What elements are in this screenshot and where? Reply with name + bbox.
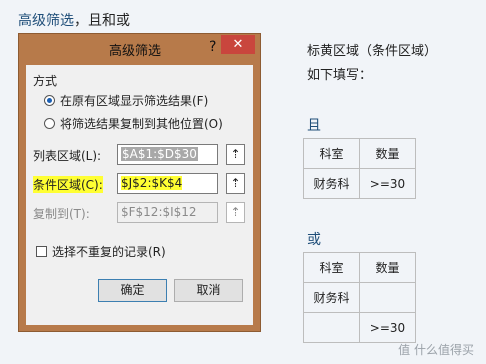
table-row: 财务科 >=30 — [303, 168, 416, 199]
note-line-1: 标黄区域（条件区域） — [307, 44, 438, 59]
close-button[interactable]: ✕ — [221, 35, 255, 54]
list-range-label: 列表区域(L): — [33, 149, 102, 163]
unique-records-checkbox[interactable] — [36, 246, 47, 257]
criteria-range-input[interactable]: $J$2:$K$4 — [117, 173, 218, 194]
group-label: 方式 — [33, 74, 58, 88]
cancel-button[interactable]: 取消 — [174, 279, 243, 302]
and-title: 且 — [307, 118, 321, 134]
copy-to-picker-icon[interactable]: ⇡ — [226, 202, 245, 223]
dialog-title: 高级筛选 — [109, 44, 162, 59]
list-range-input[interactable]: $A$1:$D$30 — [117, 144, 218, 165]
dialog-body: 方式 在原有区域显示筛选结果(F) 将筛选结果复制到其他位置(O) 列表区域(L… — [26, 65, 253, 325]
and-criteria-table: 科室 数量 财务科 >=30 — [303, 138, 416, 199]
table-row: >=30 — [303, 312, 416, 343]
or-criteria-table: 科室 数量 财务科 >=30 — [303, 252, 416, 343]
table-row: 科室 数量 — [303, 138, 416, 169]
page-title: 高级筛选，且和或 — [18, 10, 130, 30]
table-cell: >=30 — [359, 312, 416, 343]
criteria-range-label: 条件区域(C): — [33, 176, 103, 193]
advanced-filter-dialog: 高级筛选 ? ✕ 方式 在原有区域显示筛选结果(F) 将筛选结果复制到其他位置(… — [18, 33, 261, 332]
unique-records-label[interactable]: 选择不重复的记录(R) — [52, 243, 166, 260]
table-cell: 财务科 — [303, 282, 360, 313]
ok-button[interactable]: 确定 — [98, 279, 167, 302]
dialog-titlebar[interactable]: 高级筛选 ? ✕ — [19, 34, 260, 62]
table-cell: 科室 — [303, 138, 360, 169]
table-row: 科室 数量 — [303, 252, 416, 283]
or-title: 或 — [307, 232, 321, 248]
criteria-range-picker-icon[interactable]: ⇡ — [226, 173, 245, 194]
table-cell: 数量 — [359, 138, 416, 169]
page-title-rest: ，且和或 — [74, 13, 130, 29]
copy-to-label: 复制到(T): — [33, 207, 90, 221]
radio-in-place-label[interactable]: 在原有区域显示筛选结果(F) — [60, 92, 208, 109]
table-cell — [303, 312, 360, 343]
radio-copy-to[interactable] — [44, 118, 55, 129]
watermark: 值 什么值得买 — [398, 343, 474, 357]
copy-to-input[interactable]: $F$12:$I$12 — [117, 202, 218, 223]
page-title-main: 高级筛选 — [18, 13, 74, 29]
list-range-picker-icon[interactable]: ⇡ — [226, 144, 245, 165]
table-cell: >=30 — [359, 168, 416, 199]
table-row: 财务科 — [303, 282, 416, 313]
note-line-2: 如下填写： — [307, 68, 373, 83]
list-range-value: $A$1:$D$30 — [121, 147, 198, 161]
criteria-range-value: $J$2:$K$4 — [121, 176, 183, 190]
help-icon[interactable]: ? — [209, 39, 216, 55]
table-cell — [359, 282, 416, 313]
radio-in-place[interactable] — [44, 95, 55, 106]
table-cell: 财务科 — [303, 168, 360, 199]
table-cell: 数量 — [359, 252, 416, 283]
radio-copy-to-label[interactable]: 将筛选结果复制到其他位置(O) — [60, 115, 223, 132]
table-cell: 科室 — [303, 252, 360, 283]
